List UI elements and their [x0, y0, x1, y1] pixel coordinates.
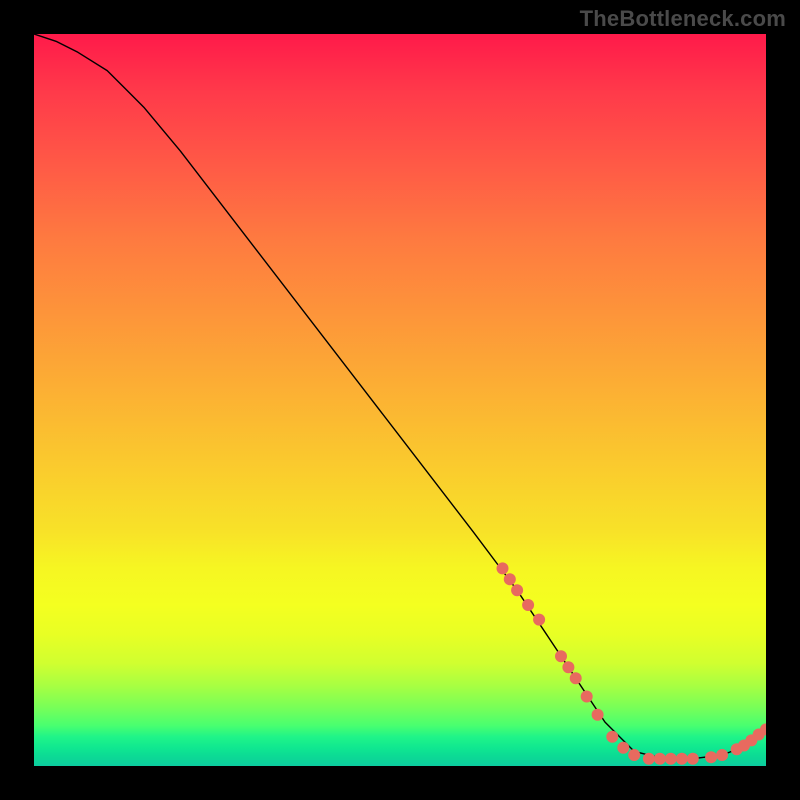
chart-marker: [687, 753, 699, 765]
chart-marker: [511, 584, 523, 596]
chart-svg: [34, 34, 766, 766]
chart-marker: [705, 751, 717, 763]
stage: TheBottleneck.com: [0, 0, 800, 800]
chart-marker: [581, 691, 593, 703]
chart-marker: [555, 650, 567, 662]
chart-marker: [665, 753, 677, 765]
chart-marker: [592, 709, 604, 721]
chart-marker: [606, 731, 618, 743]
chart-marker: [497, 562, 509, 574]
chart-plot-area: [34, 34, 766, 766]
chart-marker: [643, 753, 655, 765]
chart-marker: [522, 599, 534, 611]
chart-marker: [716, 749, 728, 761]
chart-marker: [676, 753, 688, 765]
chart-markers: [497, 562, 767, 764]
chart-marker: [533, 614, 545, 626]
chart-marker: [570, 672, 582, 684]
chart-marker: [562, 661, 574, 673]
chart-marker: [654, 753, 666, 765]
watermark-text: TheBottleneck.com: [580, 6, 786, 32]
chart-marker: [504, 573, 516, 585]
chart-line: [34, 34, 766, 759]
chart-marker: [617, 742, 629, 754]
chart-marker: [628, 749, 640, 761]
